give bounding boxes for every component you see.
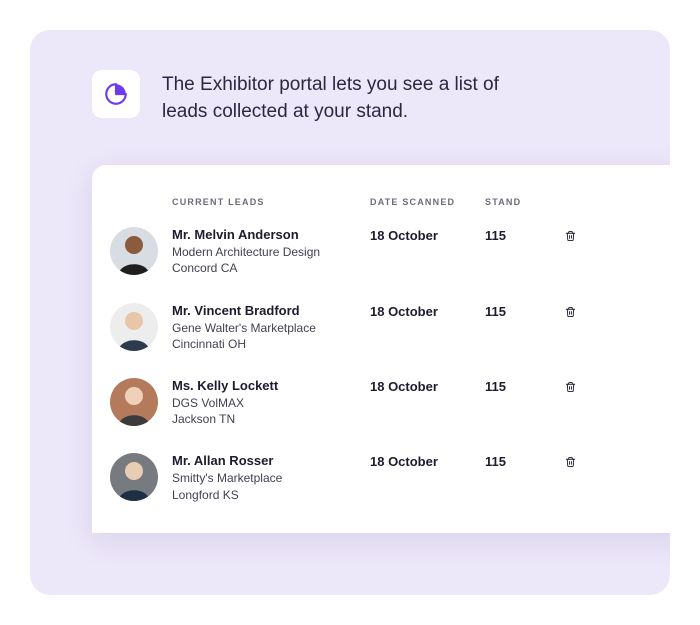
lead-stand: 115: [485, 378, 565, 394]
hero-section: The Exhibitor portal lets you see a list…: [30, 70, 670, 125]
lead-row: Mr. Vincent Bradford Gene Walter's Marke…: [110, 303, 670, 352]
lead-location: Concord CA: [172, 260, 358, 276]
hero-text: The Exhibitor portal lets you see a list…: [162, 70, 542, 125]
trash-icon: [565, 380, 576, 397]
hero-icon-box: [92, 70, 140, 118]
leads-table-header: CURRENT LEADS DATE SCANNED STAND: [110, 197, 670, 207]
lead-company: Smitty's Marketplace: [172, 470, 358, 486]
lead-info: Mr. Melvin Anderson Modern Architecture …: [172, 227, 370, 276]
lead-name: Mr. Allan Rosser: [172, 453, 358, 468]
avatar: [110, 453, 158, 501]
avatar: [110, 227, 158, 275]
lead-name: Ms. Kelly Lockett: [172, 378, 358, 393]
lead-stand: 115: [485, 303, 565, 319]
lead-company: DGS VolMAX: [172, 395, 358, 411]
delete-lead-button[interactable]: [565, 227, 576, 247]
lead-date-scanned: 18 October: [370, 303, 485, 319]
lead-location: Jackson TN: [172, 411, 358, 427]
delete-lead-button[interactable]: [565, 453, 576, 473]
lead-location: Cincinnati OH: [172, 336, 358, 352]
lead-name: Mr. Vincent Bradford: [172, 303, 358, 318]
lead-date-scanned: 18 October: [370, 227, 485, 243]
lead-stand: 115: [485, 453, 565, 469]
lead-company: Gene Walter's Marketplace: [172, 320, 358, 336]
trash-icon: [565, 229, 576, 246]
lead-date-scanned: 18 October: [370, 453, 485, 469]
column-header-leads: CURRENT LEADS: [172, 197, 370, 207]
promo-card: The Exhibitor portal lets you see a list…: [30, 30, 670, 595]
leads-card: CURRENT LEADS DATE SCANNED STAND Mr. Mel…: [92, 165, 670, 533]
avatar: [110, 303, 158, 351]
avatar: [110, 378, 158, 426]
delete-lead-button[interactable]: [565, 303, 576, 323]
lead-info: Mr. Vincent Bradford Gene Walter's Marke…: [172, 303, 370, 352]
lead-name: Mr. Melvin Anderson: [172, 227, 358, 242]
lead-date-scanned: 18 October: [370, 378, 485, 394]
column-header-date: DATE SCANNED: [370, 197, 485, 207]
lead-company: Modern Architecture Design: [172, 244, 358, 260]
lead-info: Ms. Kelly Lockett DGS VolMAX Jackson TN: [172, 378, 370, 427]
trash-icon: [565, 455, 576, 472]
trash-icon: [565, 305, 576, 322]
delete-lead-button[interactable]: [565, 378, 576, 398]
lead-location: Longford KS: [172, 487, 358, 503]
leads-table-body: Mr. Melvin Anderson Modern Architecture …: [110, 227, 670, 503]
lead-info: Mr. Allan Rosser Smitty's Marketplace Lo…: [172, 453, 370, 502]
lead-row: Mr. Allan Rosser Smitty's Marketplace Lo…: [110, 453, 670, 502]
lead-row: Mr. Melvin Anderson Modern Architecture …: [110, 227, 670, 276]
lead-row: Ms. Kelly Lockett DGS VolMAX Jackson TN …: [110, 378, 670, 427]
column-header-stand: STAND: [485, 197, 565, 207]
pie-chart-icon: [103, 81, 129, 107]
lead-stand: 115: [485, 227, 565, 243]
